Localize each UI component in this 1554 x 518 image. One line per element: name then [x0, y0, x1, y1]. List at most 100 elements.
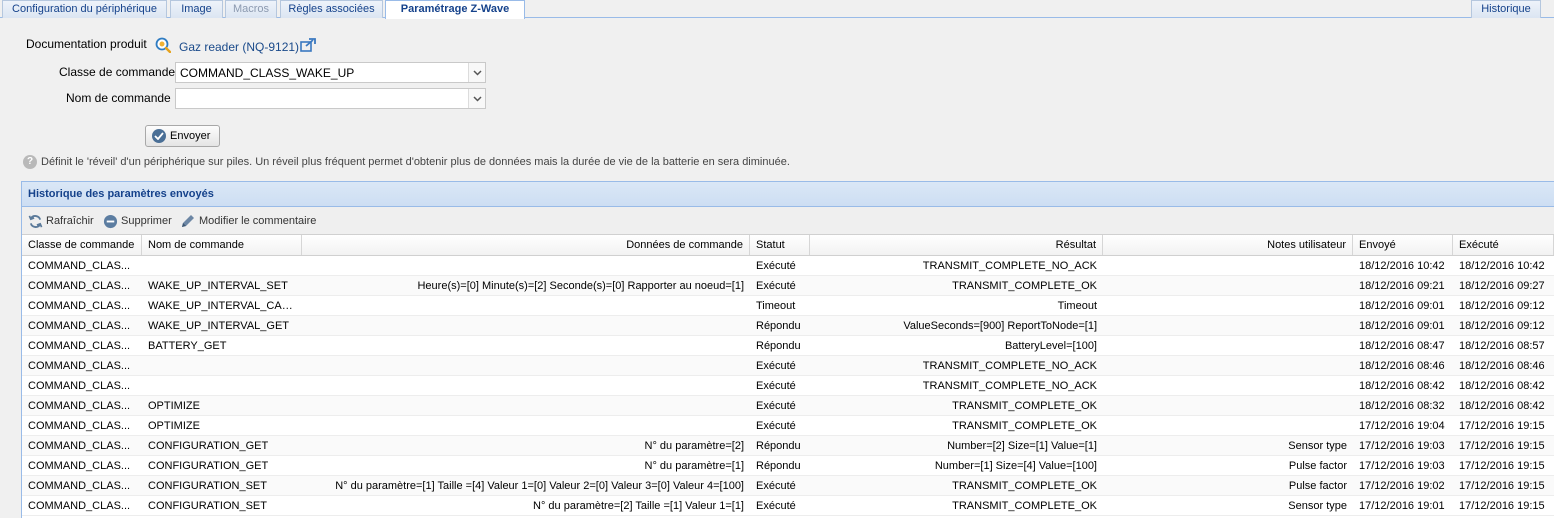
cell-status: Exécuté [756, 400, 796, 412]
delete-button[interactable]: Supprimer [103, 212, 172, 230]
send-button[interactable]: Envoyer [145, 125, 220, 147]
command-name-input[interactable] [176, 89, 468, 108]
cell-class: COMMAND_CLAS... [28, 420, 131, 432]
cell-sent: 18/12/2016 08:42 [1359, 380, 1445, 392]
cell-class: COMMAND_CLAS... [28, 440, 131, 452]
cell-executed: 17/12/2016 19:15 [1459, 440, 1545, 452]
cell-sent: 18/12/2016 08:47 [1359, 340, 1445, 352]
table-row[interactable]: COMMAND_CLAS... CONFIGURATION_SET N° du pa… [22, 476, 1554, 496]
command-class-label: Classe de commande [59, 65, 176, 79]
cell-result: BatteryLevel=[100] [1004, 340, 1097, 352]
cell-data: N° du paramètre=[2] [644, 440, 744, 452]
cell-name: CONFIGURATION_GET [148, 460, 269, 472]
table-row[interactable]: COMMAND_CLAS... BATTERY_GET Répondu Battery… [22, 336, 1554, 356]
cell-status: Répondu [756, 440, 801, 452]
magnifier-doc-icon[interactable] [155, 37, 171, 53]
tab-macros[interactable]: Macros [225, 0, 277, 18]
col-header-data[interactable]: Données de commande [302, 235, 750, 255]
refresh-button[interactable]: Rafraîchir [28, 212, 94, 230]
check-icon [152, 129, 166, 143]
table-row[interactable]: COMMAND_CLAS... CONFIGURATION_GET N° du pa… [22, 456, 1554, 476]
minus-circle-icon [103, 214, 118, 228]
chevron-down-icon[interactable] [468, 89, 485, 108]
cell-executed: 18/12/2016 08:42 [1459, 400, 1545, 412]
cell-executed: 18/12/2016 09:27 [1459, 280, 1545, 292]
cell-result: Number=[2] Size=[1] Value=[1] [947, 440, 1097, 452]
cell-sent: 18/12/2016 09:01 [1359, 320, 1445, 332]
cell-executed: 18/12/2016 08:57 [1459, 340, 1545, 352]
product-doc-link[interactable]: Gaz reader (NQ-9121) [179, 40, 299, 54]
table-row[interactable]: COMMAND_CLAS... Exécuté TRANSMIT_COMPLETE_… [22, 356, 1554, 376]
table-row[interactable]: COMMAND_CLAS... OPTIMIZE Exécuté TRANSMIT_C… [22, 416, 1554, 436]
command-class-combo[interactable] [175, 62, 486, 83]
cell-executed: 18/12/2016 08:42 [1459, 380, 1545, 392]
table-row[interactable]: COMMAND_CLAS... Exécuté TRANSMIT_COMPLETE_… [22, 376, 1554, 396]
tab-history[interactable]: Historique [1471, 0, 1541, 18]
cell-class: COMMAND_CLAS... [28, 320, 131, 332]
cell-name: OPTIMIZE [148, 400, 200, 412]
grid-header: Classe de commande Nom de commande Donné… [22, 235, 1554, 256]
cell-notes [1103, 396, 1353, 416]
cell-data [302, 256, 750, 276]
edit-comment-label: Modifier le commentaire [199, 215, 317, 227]
col-header-status[interactable]: Statut [750, 235, 810, 255]
cell-data: N° du paramètre=[1] [644, 460, 744, 472]
col-header-executed[interactable]: Exécuté [1453, 235, 1554, 255]
cell-sent: 18/12/2016 10:42 [1359, 260, 1445, 272]
cell-sent: 18/12/2016 09:21 [1359, 280, 1445, 292]
cell-class: COMMAND_CLAS... [28, 300, 131, 312]
cell-name: CONFIGURATION_SET [148, 500, 267, 512]
chevron-down-icon[interactable] [468, 63, 485, 82]
tab-device-config[interactable]: Configuration du périphérique [2, 0, 167, 18]
col-header-class[interactable]: Classe de commande [22, 235, 142, 255]
table-row[interactable]: COMMAND_CLAS... CONFIGURATION_SET N° du pa… [22, 496, 1554, 516]
cell-notes [1103, 356, 1353, 376]
cell-name [142, 356, 302, 376]
cell-result: TRANSMIT_COMPLETE_OK [952, 420, 1097, 432]
cell-class: COMMAND_CLAS... [28, 340, 131, 352]
col-header-notes[interactable]: Notes utilisateur [1103, 235, 1353, 255]
cell-status: Exécuté [756, 280, 796, 292]
cell-executed: 18/12/2016 09:12 [1459, 320, 1545, 332]
command-name-combo[interactable] [175, 88, 486, 109]
table-row[interactable]: COMMAND_CLAS... OPTIMIZE Exécuté TRANSMIT_C… [22, 396, 1554, 416]
cell-result: TRANSMIT_COMPLETE_OK [952, 500, 1097, 512]
cell-class: COMMAND_CLAS... [28, 280, 131, 292]
cell-class: COMMAND_CLAS... [28, 380, 131, 392]
cell-executed: 17/12/2016 19:15 [1459, 420, 1545, 432]
external-link-icon[interactable] [300, 38, 316, 52]
table-row[interactable]: COMMAND_CLAS... WAKE_UP_INTERVAL_SET Heure… [22, 276, 1554, 296]
cell-result: TRANSMIT_COMPLETE_OK [952, 480, 1097, 492]
command-name-label: Nom de commande [66, 91, 171, 105]
tab-image[interactable]: Image [170, 0, 223, 18]
grid-body: COMMAND_CLAS... Exécuté TRANSMIT_COMPLETE_… [22, 256, 1554, 516]
table-row[interactable]: COMMAND_CLAS... WAKE_UP_INTERVAL_CAP... Ti… [22, 296, 1554, 316]
edit-comment-button[interactable]: Modifier le commentaire [180, 212, 316, 230]
col-header-name[interactable]: Nom de commande [142, 235, 302, 255]
table-row[interactable]: COMMAND_CLAS... WAKE_UP_INTERVAL_GET Répon… [22, 316, 1554, 336]
col-header-result[interactable]: Résultat [810, 235, 1103, 255]
cell-name [142, 376, 302, 396]
cell-result: TRANSMIT_COMPLETE_NO_ACK [922, 260, 1097, 272]
table-row[interactable]: COMMAND_CLAS... Exécuté TRANSMIT_COMPLETE_… [22, 256, 1554, 276]
history-panel: Historique des paramètres envoyés Rafraî… [21, 181, 1554, 518]
tab-associated-rules[interactable]: Règles associées [280, 0, 383, 18]
tab-zwave-settings[interactable]: Paramétrage Z-Wave [385, 0, 525, 19]
refresh-label: Rafraîchir [46, 215, 94, 227]
cell-status: Répondu [756, 320, 801, 332]
cell-sent: 17/12/2016 19:01 [1359, 500, 1445, 512]
cell-data [302, 376, 750, 396]
col-header-sent[interactable]: Envoyé [1353, 235, 1453, 255]
command-class-input[interactable] [176, 63, 468, 82]
cell-name: CONFIGURATION_GET [148, 440, 269, 452]
cell-sent: 18/12/2016 08:46 [1359, 360, 1445, 372]
cell-data [302, 396, 750, 416]
cell-result: ValueSeconds=[900] ReportToNode=[1] [903, 320, 1097, 332]
cell-result: TRANSMIT_COMPLETE_NO_ACK [922, 360, 1097, 372]
table-row[interactable]: COMMAND_CLAS... CONFIGURATION_GET N° du pa… [22, 436, 1554, 456]
cell-name: BATTERY_GET [148, 340, 227, 352]
tab-bar: Configuration du périphérique Image Macr… [0, 0, 1554, 19]
cell-status: Exécuté [756, 500, 796, 512]
cell-result: TRANSMIT_COMPLETE_OK [952, 400, 1097, 412]
cell-data: N° du paramètre=[1] Taille =[4] Valeur 1… [335, 480, 744, 492]
